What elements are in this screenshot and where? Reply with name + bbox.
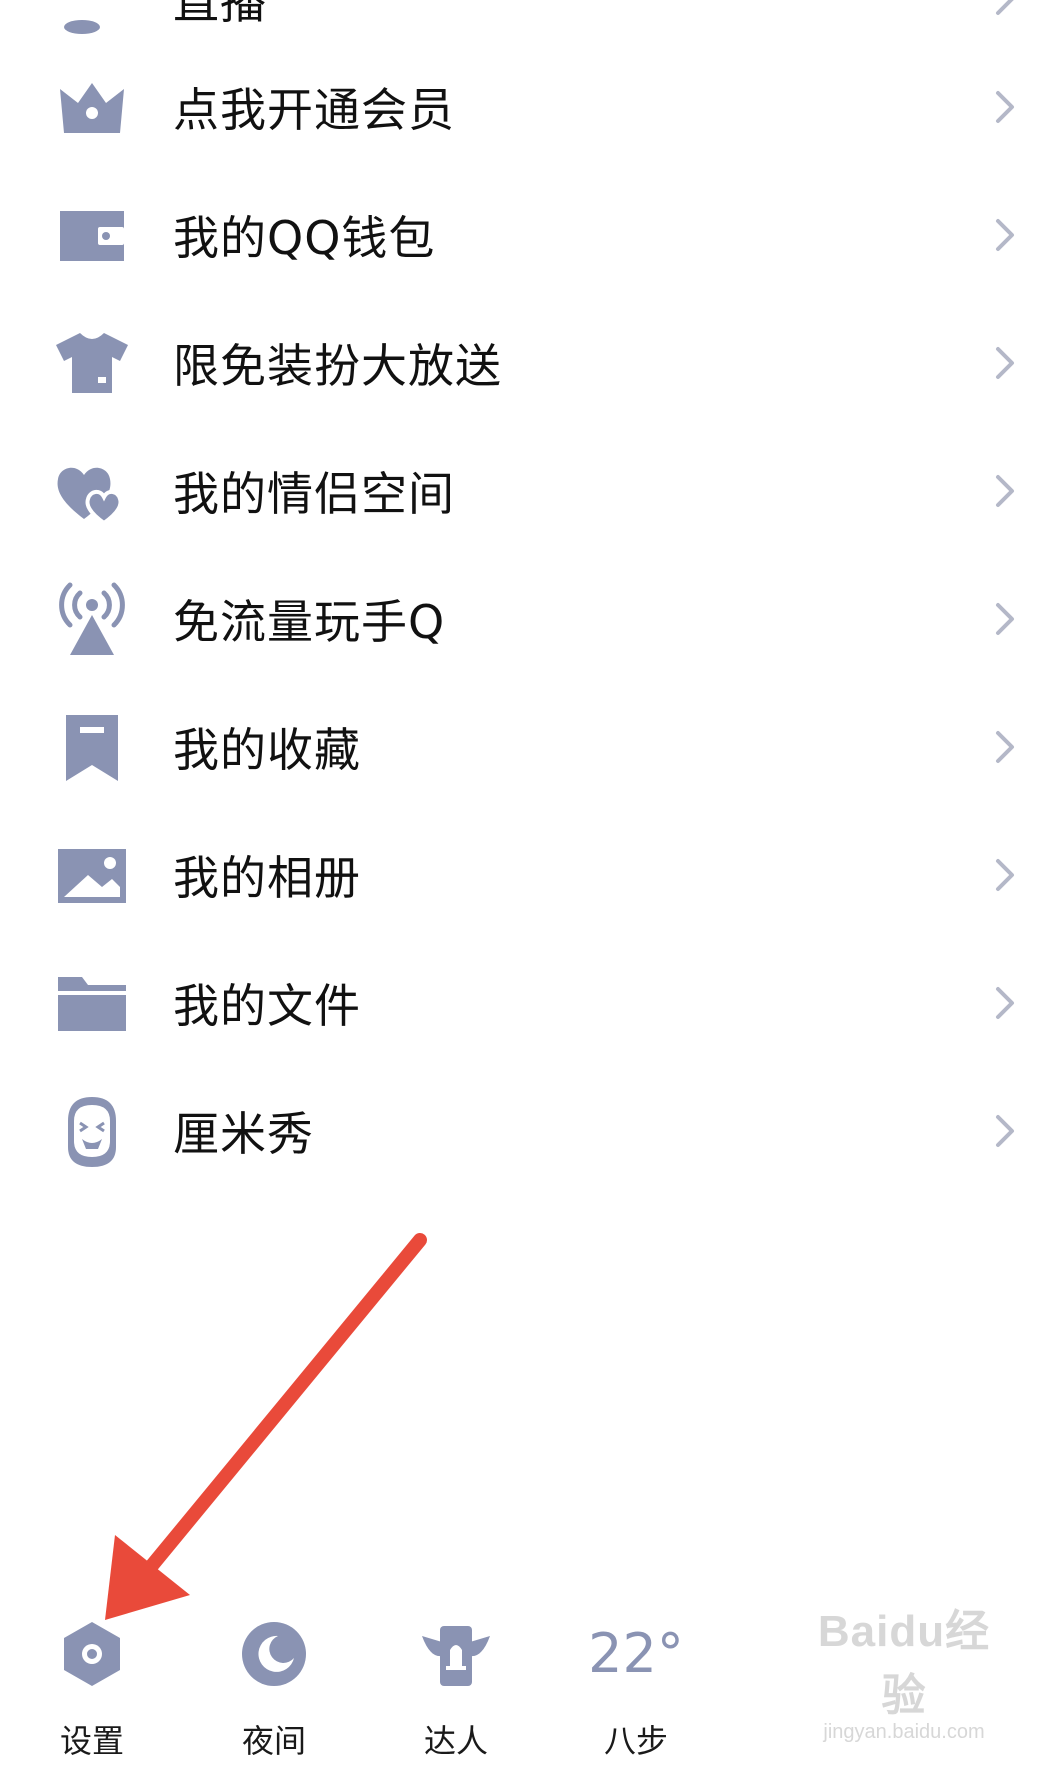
cmshow-icon — [52, 1091, 132, 1171]
menu-item-label: 限免装扮大放送 — [173, 339, 502, 393]
menu-item-label: 我的情侣空间 — [173, 467, 455, 521]
menu-item-label: 我的QQ钱包 — [173, 211, 436, 265]
chevron-right-icon — [990, 0, 1020, 19]
hearts-icon — [52, 451, 132, 531]
folder-icon — [52, 963, 132, 1043]
menu-item-label: 免流量玩手Q — [173, 595, 446, 649]
chevron-right-icon — [990, 471, 1020, 511]
signal-tower-icon — [52, 579, 132, 659]
crown-icon — [52, 67, 132, 147]
settings-label: 设置 — [59, 1722, 124, 1760]
photo-icon — [52, 835, 132, 915]
menu-item-favorites[interactable]: 我的收藏 — [0, 683, 1044, 811]
degree-symbol: ° — [656, 1622, 684, 1685]
menu-item-label: 厘米秀 — [173, 1107, 314, 1161]
chevron-right-icon — [990, 1111, 1020, 1151]
chevron-right-icon — [990, 855, 1020, 895]
gear-icon — [52, 1614, 132, 1694]
winged-badge-icon — [416, 1614, 496, 1694]
night-label: 夜间 — [241, 1722, 306, 1760]
menu-item-files[interactable]: 我的文件 — [0, 939, 1044, 1067]
menu-item-label: 我的收藏 — [173, 723, 361, 777]
menu-item-label: 我的相册 — [173, 851, 361, 905]
expert-button[interactable]: 达人 — [396, 1614, 516, 1762]
menu-item-vip[interactable]: 点我开通会员 — [0, 43, 1044, 171]
temperature-readout: 22 ° — [588, 1614, 684, 1694]
expert-label: 达人 — [423, 1722, 488, 1760]
steps-label: 八步 — [603, 1722, 668, 1760]
moon-icon — [234, 1614, 314, 1694]
menu-item-album[interactable]: 我的相册 — [0, 811, 1044, 939]
chevron-right-icon — [990, 87, 1020, 127]
chevron-right-icon — [990, 343, 1020, 383]
night-mode-button[interactable]: 夜间 — [214, 1614, 334, 1762]
chevron-right-icon — [990, 727, 1020, 767]
temperature-value: 22 — [588, 1622, 657, 1685]
menu-item-label: 我的文件 — [173, 979, 361, 1033]
tshirt-icon — [52, 323, 132, 403]
wallet-icon — [52, 195, 132, 275]
menu-item-couple-space[interactable]: 我的情侣空间 — [0, 427, 1044, 555]
menu-item-free-data[interactable]: 免流量玩手Q — [0, 555, 1044, 683]
chevron-right-icon — [990, 599, 1020, 639]
bookmark-icon — [52, 707, 132, 787]
settings-button[interactable]: 设置 — [32, 1614, 152, 1762]
menu-item-dressup[interactable]: 限免装扮大放送 — [0, 299, 1044, 427]
menu-item-label: 直播 — [173, 0, 267, 29]
steps-weather-button[interactable]: 22 ° 八步 — [576, 1614, 696, 1762]
baidu-jingyan-watermark: Baidu经验 jingyan.baidu.com — [804, 1595, 1004, 1744]
menu-item-label: 点我开通会员 — [173, 83, 455, 137]
chevron-right-icon — [990, 215, 1020, 255]
live-icon — [52, 0, 132, 39]
watermark-main: Baidu经验 — [817, 1607, 991, 1720]
menu-item-cmshow[interactable]: 厘米秀 — [0, 1067, 1044, 1195]
watermark-url: jingyan.baidu.com — [823, 1721, 985, 1743]
chevron-right-icon — [990, 983, 1020, 1023]
menu-item-wallet[interactable]: 我的QQ钱包 — [0, 171, 1044, 299]
